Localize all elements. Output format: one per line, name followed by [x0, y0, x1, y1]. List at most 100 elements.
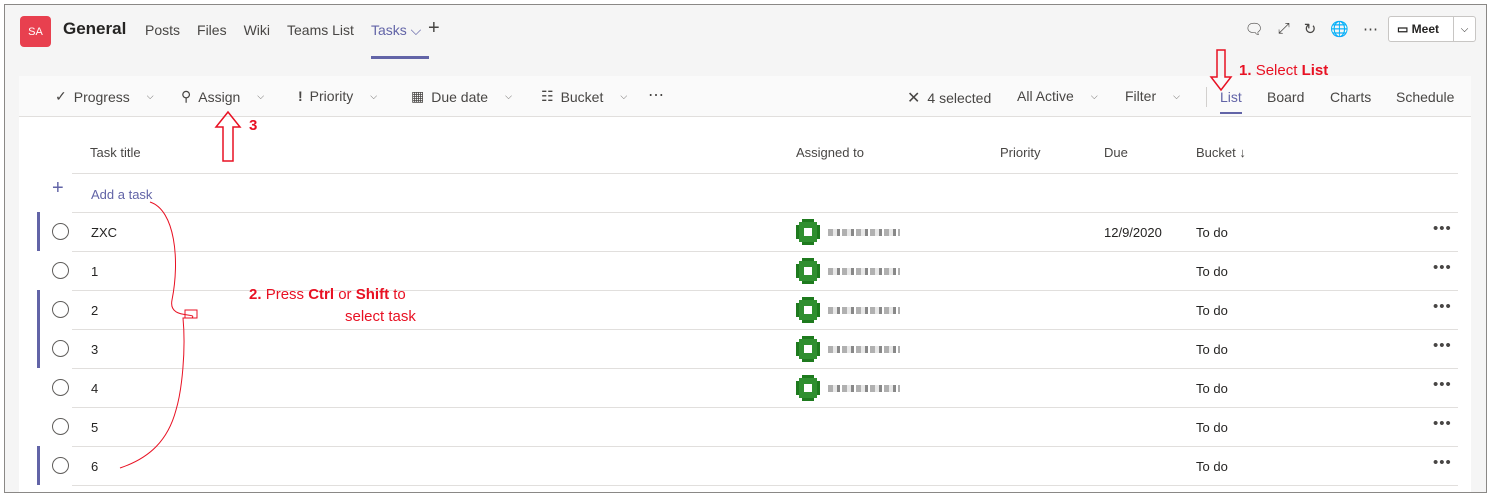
channel-header: SA General Posts Files Wiki Teams List T… — [5, 5, 1486, 60]
assignee[interactable] — [796, 297, 908, 323]
complete-task-checkbox[interactable] — [52, 418, 69, 435]
due-date-label: Due date — [431, 88, 489, 105]
more-options-icon[interactable]: ••• — [1433, 376, 1452, 393]
complete-task-checkbox[interactable] — [52, 457, 69, 474]
more-options-icon[interactable]: ••• — [1433, 259, 1452, 276]
assign-button[interactable]: ⚲ Assign ⌵ — [181, 88, 264, 105]
view-list[interactable]: List — [1220, 89, 1242, 114]
complete-task-checkbox[interactable] — [52, 379, 69, 396]
task-title[interactable]: 2 — [91, 303, 98, 318]
more-options-icon[interactable]: ••• — [1433, 415, 1452, 432]
table-row[interactable]: 5 To do ••• — [19, 407, 1471, 446]
divider — [1206, 87, 1207, 107]
person-add-icon: ⚲ — [181, 88, 192, 104]
progress-button[interactable]: ✓ Progress ⌵ — [55, 88, 154, 105]
view-schedule[interactable]: Schedule — [1396, 89, 1454, 105]
tasks-canvas: ✓ Progress ⌵ ⚲ Assign ⌵ ! Priority ⌵ ▦ Due date… — [19, 76, 1471, 492]
check-icon: ✓ — [55, 88, 67, 104]
table-row[interactable]: ZXC 12/9/2020 To do ••• — [19, 212, 1471, 251]
all-active-filter[interactable]: All Active ⌵ — [1017, 88, 1098, 104]
table-row[interactable]: 4 To do ••• — [19, 368, 1471, 407]
chevron-down-icon: ⌵ — [1173, 90, 1180, 101]
col-task-title[interactable]: Task title — [90, 145, 141, 160]
task-title[interactable]: 1 — [91, 264, 98, 279]
col-assigned-to[interactable]: Assigned to — [796, 145, 864, 160]
complete-task-checkbox[interactable] — [52, 340, 69, 357]
more-options-icon[interactable]: ••• — [1433, 454, 1452, 471]
task-title[interactable]: 5 — [91, 420, 98, 435]
row-background — [72, 446, 1458, 485]
avatar — [796, 297, 820, 323]
more-options-icon[interactable]: ••• — [1433, 220, 1452, 237]
view-charts[interactable]: Charts — [1330, 89, 1371, 105]
channel-name: General — [63, 19, 127, 38]
calendar-icon: ▦ — [411, 88, 425, 104]
conversation-icon[interactable]: 🗨 — [1245, 20, 1264, 38]
tab-files[interactable]: Files — [197, 22, 227, 39]
row-background — [72, 212, 1458, 251]
row-background — [72, 407, 1458, 446]
priority-button[interactable]: ! Priority ⌵ — [298, 88, 377, 104]
bucket-icon: ☷ — [541, 88, 554, 104]
team-avatar[interactable]: SA — [20, 16, 51, 47]
task-title[interactable]: ZXC — [91, 225, 117, 240]
task-title[interactable]: 3 — [91, 342, 98, 357]
complete-task-checkbox[interactable] — [52, 262, 69, 279]
table-row[interactable]: 3 To do ••• — [19, 329, 1471, 368]
assignee-name-redacted — [828, 346, 900, 353]
chevron-down-icon: ⌵ — [257, 91, 265, 101]
more-toolbar-icon[interactable]: ⋯ — [648, 85, 664, 105]
more-options-icon[interactable]: ⋯ — [1363, 20, 1378, 38]
step2-text: Press — [265, 286, 305, 303]
filter-button[interactable]: Filter ⌵ — [1125, 88, 1180, 104]
close-icon: ✕ — [907, 90, 921, 107]
meet-label: Meet — [1411, 22, 1440, 36]
bucket-button[interactable]: ☷ Bucket ⌵ — [541, 88, 627, 105]
assignee[interactable] — [796, 258, 908, 284]
complete-task-checkbox[interactable] — [52, 223, 69, 240]
due-date-button[interactable]: ▦ Due date ⌵ — [411, 88, 512, 105]
col-bucket[interactable]: Bucket ↓ — [1196, 145, 1246, 160]
col-due[interactable]: Due — [1104, 145, 1128, 160]
chevron-down-icon[interactable]: ⌵ — [1453, 17, 1475, 41]
complete-task-checkbox[interactable] — [52, 301, 69, 318]
globe-icon[interactable]: 🌐 — [1330, 20, 1349, 38]
bucket-value: To do — [1196, 303, 1228, 318]
header-actions: 🗨 ⤢ ↻ 🌐 ⋯ — [1245, 20, 1378, 38]
tab-teams-list[interactable]: Teams List — [287, 22, 354, 39]
expand-icon[interactable]: ⤢ — [1278, 20, 1290, 38]
tab-wiki[interactable]: Wiki — [244, 22, 270, 39]
refresh-icon[interactable]: ↻ — [1304, 20, 1317, 38]
task-title[interactable]: 6 — [91, 459, 98, 474]
assign-label: Assign — [198, 88, 241, 105]
col-priority[interactable]: Priority — [1000, 145, 1040, 160]
clear-selection-button[interactable]: ✕ 4 selected — [907, 88, 991, 108]
video-icon: ▭ — [1397, 22, 1412, 36]
task-title[interactable]: 4 — [91, 381, 98, 396]
assignee[interactable] — [796, 336, 908, 362]
tab-tasks[interactable]: Tasks ⌵ — [370, 22, 430, 59]
step2-to: to — [393, 286, 406, 303]
assignee-name-redacted — [828, 268, 900, 275]
more-options-icon[interactable]: ••• — [1433, 298, 1452, 315]
selection-indicator — [37, 446, 40, 485]
table-row[interactable]: 2 To do ••• — [19, 290, 1471, 329]
step1-bold: List — [1301, 62, 1329, 79]
annotation-step2: 2. Press Ctrl or Shift to — [249, 286, 406, 303]
add-tab-icon[interactable]: + — [428, 17, 440, 40]
view-board[interactable]: Board — [1267, 89, 1304, 105]
tab-posts[interactable]: Posts — [145, 22, 180, 39]
priority-label: Priority — [309, 88, 354, 104]
avatar — [796, 219, 820, 245]
more-options-icon[interactable]: ••• — [1433, 337, 1452, 354]
avatar — [796, 375, 820, 401]
row-background — [72, 368, 1458, 407]
meet-button[interactable]: ▭ Meet ⌵ — [1388, 16, 1476, 42]
avatar — [796, 258, 820, 284]
assignee[interactable] — [796, 219, 908, 245]
table-row[interactable]: 6 To do ••• — [19, 446, 1471, 485]
assignee[interactable] — [796, 375, 908, 401]
add-task-row[interactable]: + Add a task — [19, 174, 1471, 212]
table-row[interactable]: 1 To do ••• — [19, 251, 1471, 290]
avatar — [796, 336, 820, 362]
